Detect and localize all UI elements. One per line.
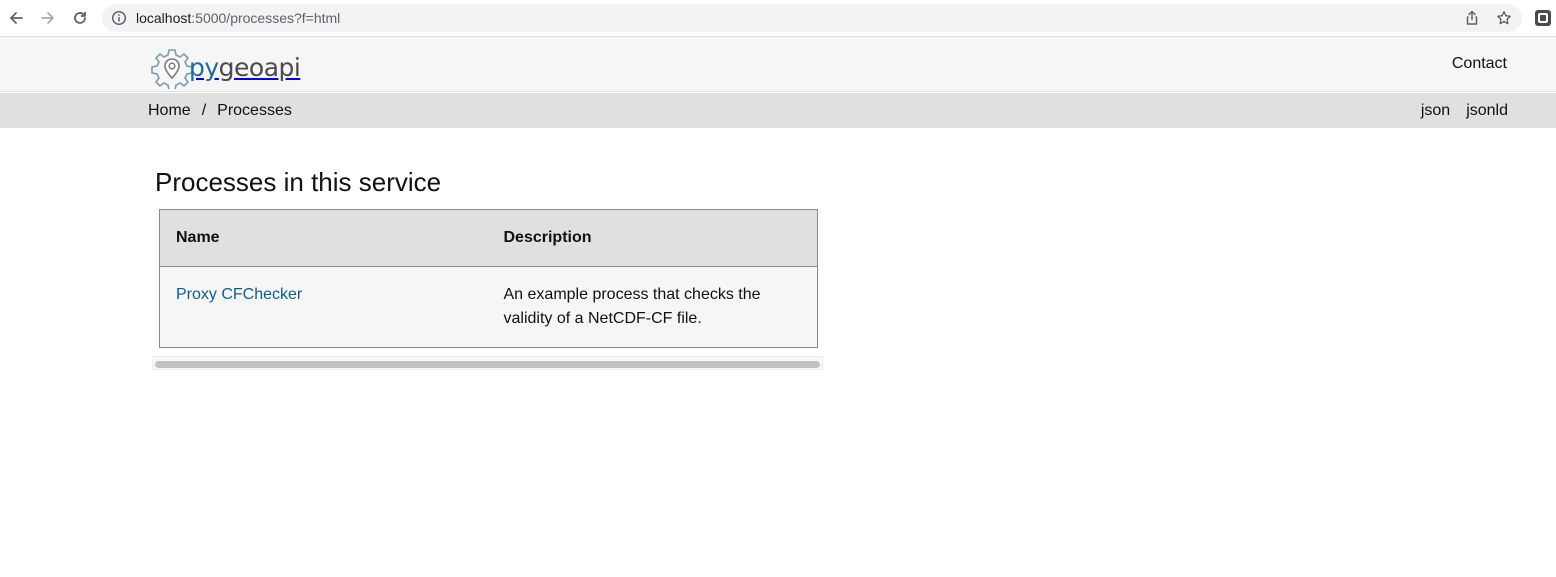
address-bar[interactable]: localhost:5000/processes?f=html	[102, 4, 1522, 32]
logo-wordmark-rest: geoapi	[218, 53, 301, 82]
gear-pin-icon	[151, 49, 193, 89]
breadcrumb-processes-link[interactable]: Processes	[217, 102, 292, 120]
reload-icon	[74, 11, 86, 24]
reload-button[interactable]	[68, 6, 92, 30]
logo-wordmark: pygeoapi	[189, 53, 301, 83]
process-name-link[interactable]: Proxy CFChecker	[176, 286, 302, 303]
table-header-row: Name Description	[159, 209, 818, 267]
process-description-cell: An example process that checks the valid…	[487, 266, 818, 348]
site-header: pygeoapi Contact	[0, 37, 1556, 92]
breadcrumb-separator: /	[201, 102, 207, 119]
process-name-cell: Proxy CFChecker	[159, 266, 488, 348]
breadcrumb-bar: Home / Processes json jsonld	[0, 93, 1556, 128]
pygeoapi-logo[interactable]: pygeoapi	[151, 47, 301, 89]
bookmark-star-icon[interactable]	[1496, 10, 1512, 26]
horizontal-scrollbar-thumb[interactable]	[155, 361, 820, 368]
breadcrumb: Home / Processes	[148, 102, 292, 120]
table-row: Proxy CFChecker An example process that …	[159, 266, 818, 348]
extension-icon[interactable]	[1534, 9, 1552, 27]
forward-button[interactable]	[36, 6, 60, 30]
contact-link[interactable]: Contact	[1452, 55, 1507, 73]
browser-toolbar: localhost:5000/processes?f=html	[0, 0, 1556, 37]
process-description: An example process that checks the valid…	[503, 286, 761, 327]
url-text[interactable]: localhost:5000/processes?f=html	[136, 10, 340, 26]
format-jsonld-link[interactable]: jsonld	[1466, 102, 1508, 120]
share-icon[interactable]	[1464, 10, 1480, 26]
processes-table-container: Name Description Proxy CFChecker An exam…	[159, 209, 818, 348]
url-path: :5000/processes?f=html	[191, 10, 341, 26]
page-title: Processes in this service	[155, 167, 442, 197]
processes-table: Name Description Proxy CFChecker An exam…	[159, 209, 818, 348]
back-button[interactable]	[4, 6, 28, 30]
info-icon[interactable]	[111, 10, 127, 26]
arrow-right-icon	[41, 12, 54, 24]
column-header-name: Name	[159, 209, 488, 267]
arrow-left-icon	[10, 12, 23, 24]
horizontal-scrollbar[interactable]	[152, 356, 823, 370]
url-host: localhost	[136, 10, 192, 26]
format-links: json jsonld	[1421, 102, 1508, 120]
column-header-description: Description	[487, 209, 818, 267]
breadcrumb-home-link[interactable]: Home	[148, 102, 191, 120]
format-json-link[interactable]: json	[1421, 102, 1450, 120]
logo-wordmark-py: py	[189, 53, 219, 82]
